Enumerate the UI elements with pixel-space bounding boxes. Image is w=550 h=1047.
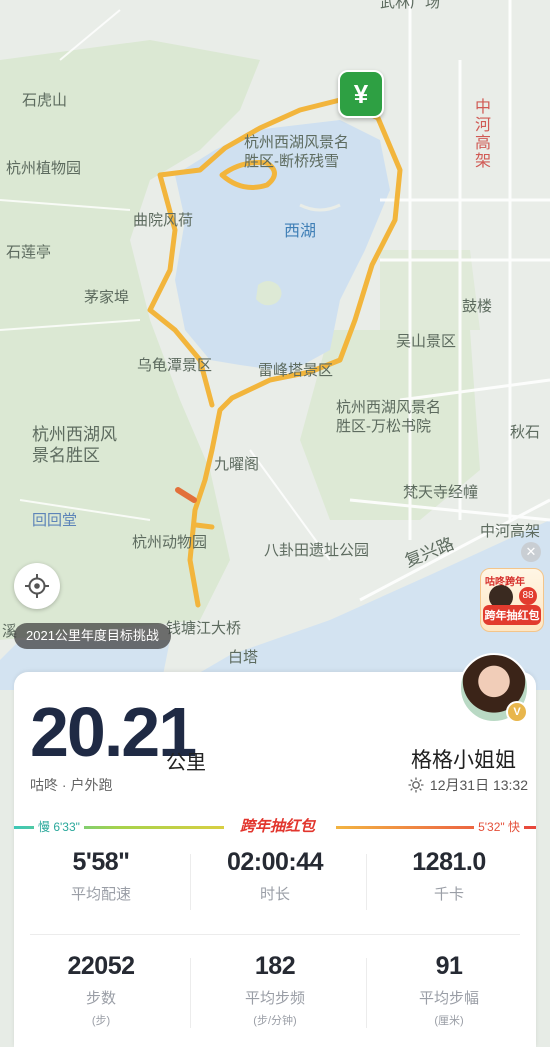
divider: [366, 958, 367, 1028]
map-label-jiuyao: 九曜阁: [214, 456, 260, 473]
fastest-pace: 5'32" 快: [474, 818, 524, 835]
map-label-botanical-garden: 杭州植物园: [6, 160, 82, 177]
stat-value: 22052: [67, 952, 135, 980]
new-year-promo-button[interactable]: 咕咚跨年 88 跨年抽红包: [480, 568, 544, 632]
map-label-shihushan: 石虎山: [22, 92, 68, 109]
stat-label: 平均步频: [244, 990, 305, 1007]
username[interactable]: 格格小姐姐: [411, 744, 516, 774]
divider: [366, 854, 367, 910]
stat-avg-pace: 5'58" 平均配速: [14, 848, 188, 904]
stat-calories: 1281.0 千卡: [362, 848, 536, 904]
map-label-quyuan: 曲院风荷: [133, 212, 194, 229]
divider: [30, 934, 520, 935]
map-label-leifeng: 雷峰塔景区: [258, 362, 334, 379]
map-label-zhonghe-elevated-2: 中河高架: [480, 523, 541, 540]
stat-value: 5'58": [72, 848, 130, 876]
stat-value: 1281.0: [412, 848, 486, 876]
map-label-fantiansi: 梵天寺经幢: [403, 484, 479, 501]
stat-stride: 91 平均步幅 (厘米): [362, 952, 536, 1028]
map-label-gulou: 鼓楼: [462, 298, 493, 315]
map-label-zoo: 杭州动物园: [132, 534, 208, 551]
map-label-huihuitang: 回回堂: [32, 512, 78, 529]
summary-card: 20.21 公里 咕咚 · 户外跑 格格小姐姐 12月31日 13:32 慢 6…: [14, 672, 536, 1047]
map-label-wushan: 吴山景区: [396, 333, 457, 350]
divider: [190, 958, 191, 1028]
stat-label: 平均配速: [70, 886, 131, 903]
promo-close-icon[interactable]: ✕: [521, 542, 541, 562]
annual-challenge-badge[interactable]: 2021公里年度目标挑战: [14, 623, 171, 649]
stat-label: 千卡: [433, 886, 464, 903]
map-label-xihu-scenic-area: 杭州西湖风 景名胜区: [32, 425, 117, 466]
stat-value: 91: [435, 952, 463, 980]
stat-unit: (步/分钟): [253, 1015, 297, 1027]
divider: [190, 854, 191, 910]
stat-label: 时长: [259, 886, 290, 903]
map-label-maojiabu: 茅家埠: [84, 289, 130, 306]
map-label-baita: 白塔: [228, 649, 259, 666]
stat-unit: (步): [91, 1015, 111, 1027]
stat-value: 02:00:44: [226, 848, 324, 876]
map-background: [0, 0, 550, 690]
verified-badge-icon: V: [506, 701, 528, 723]
start-marker-glyph: ¥: [353, 78, 369, 109]
route-map[interactable]: 武林广场 石虎山 中河高架 杭州植物园 杭州西湖风景名 胜区-断桥残雪 曲院风荷…: [0, 0, 550, 690]
start-marker-icon: ¥: [338, 70, 384, 118]
promo-bottom-text: 跨年抽红包: [483, 605, 541, 625]
red-envelope-promo-link[interactable]: 跨年抽红包: [240, 815, 315, 836]
promo-number: 88: [519, 587, 537, 605]
stat-unit: (厘米): [434, 1015, 464, 1027]
stat-value: 182: [254, 952, 296, 980]
sun-icon: [408, 777, 424, 793]
locate-button[interactable]: [14, 563, 60, 609]
stat-cadence: 182 平均步频 (步/分钟): [188, 952, 362, 1028]
map-label-qiushi: 秋石: [510, 424, 541, 441]
crosshair-icon: [25, 574, 49, 598]
stat-label: 步数: [85, 990, 116, 1007]
slowest-pace: 慢 6'33": [34, 818, 84, 835]
activity-type: 咕咚 · 户外跑: [30, 777, 113, 793]
map-label-shilianting: 石莲亭: [6, 244, 52, 261]
map-label-top-street: 武林广场: [380, 0, 441, 11]
stat-label: 平均步幅: [418, 990, 479, 1007]
map-label-wuguitan: 乌龟潭景区: [137, 357, 213, 374]
activity-date: 12月31日 13:32: [429, 777, 528, 793]
map-label-bagua: 八卦田遗址公园: [264, 542, 370, 559]
distance-unit: 公里: [166, 752, 206, 774]
map-label-duanqiao: 杭州西湖风景名 胜区-断桥残雪: [244, 134, 350, 170]
activity-datetime: 12月31日 13:32: [408, 775, 528, 795]
map-label-qiantang-bridge: 钱塘江大桥: [166, 620, 242, 637]
pace-range-bar: 慢 6'33" 跨年抽红包 5'32" 快: [14, 816, 536, 838]
stat-duration: 02:00:44 时长: [188, 848, 362, 904]
stat-steps: 22052 步数 (步): [14, 952, 188, 1028]
map-label-zhonghe-elevated: 中河高架: [472, 98, 489, 170]
map-label-xihu: 西湖: [284, 223, 317, 240]
map-label-wansong: 杭州西湖风景名 胜区-万松书院: [336, 399, 442, 435]
